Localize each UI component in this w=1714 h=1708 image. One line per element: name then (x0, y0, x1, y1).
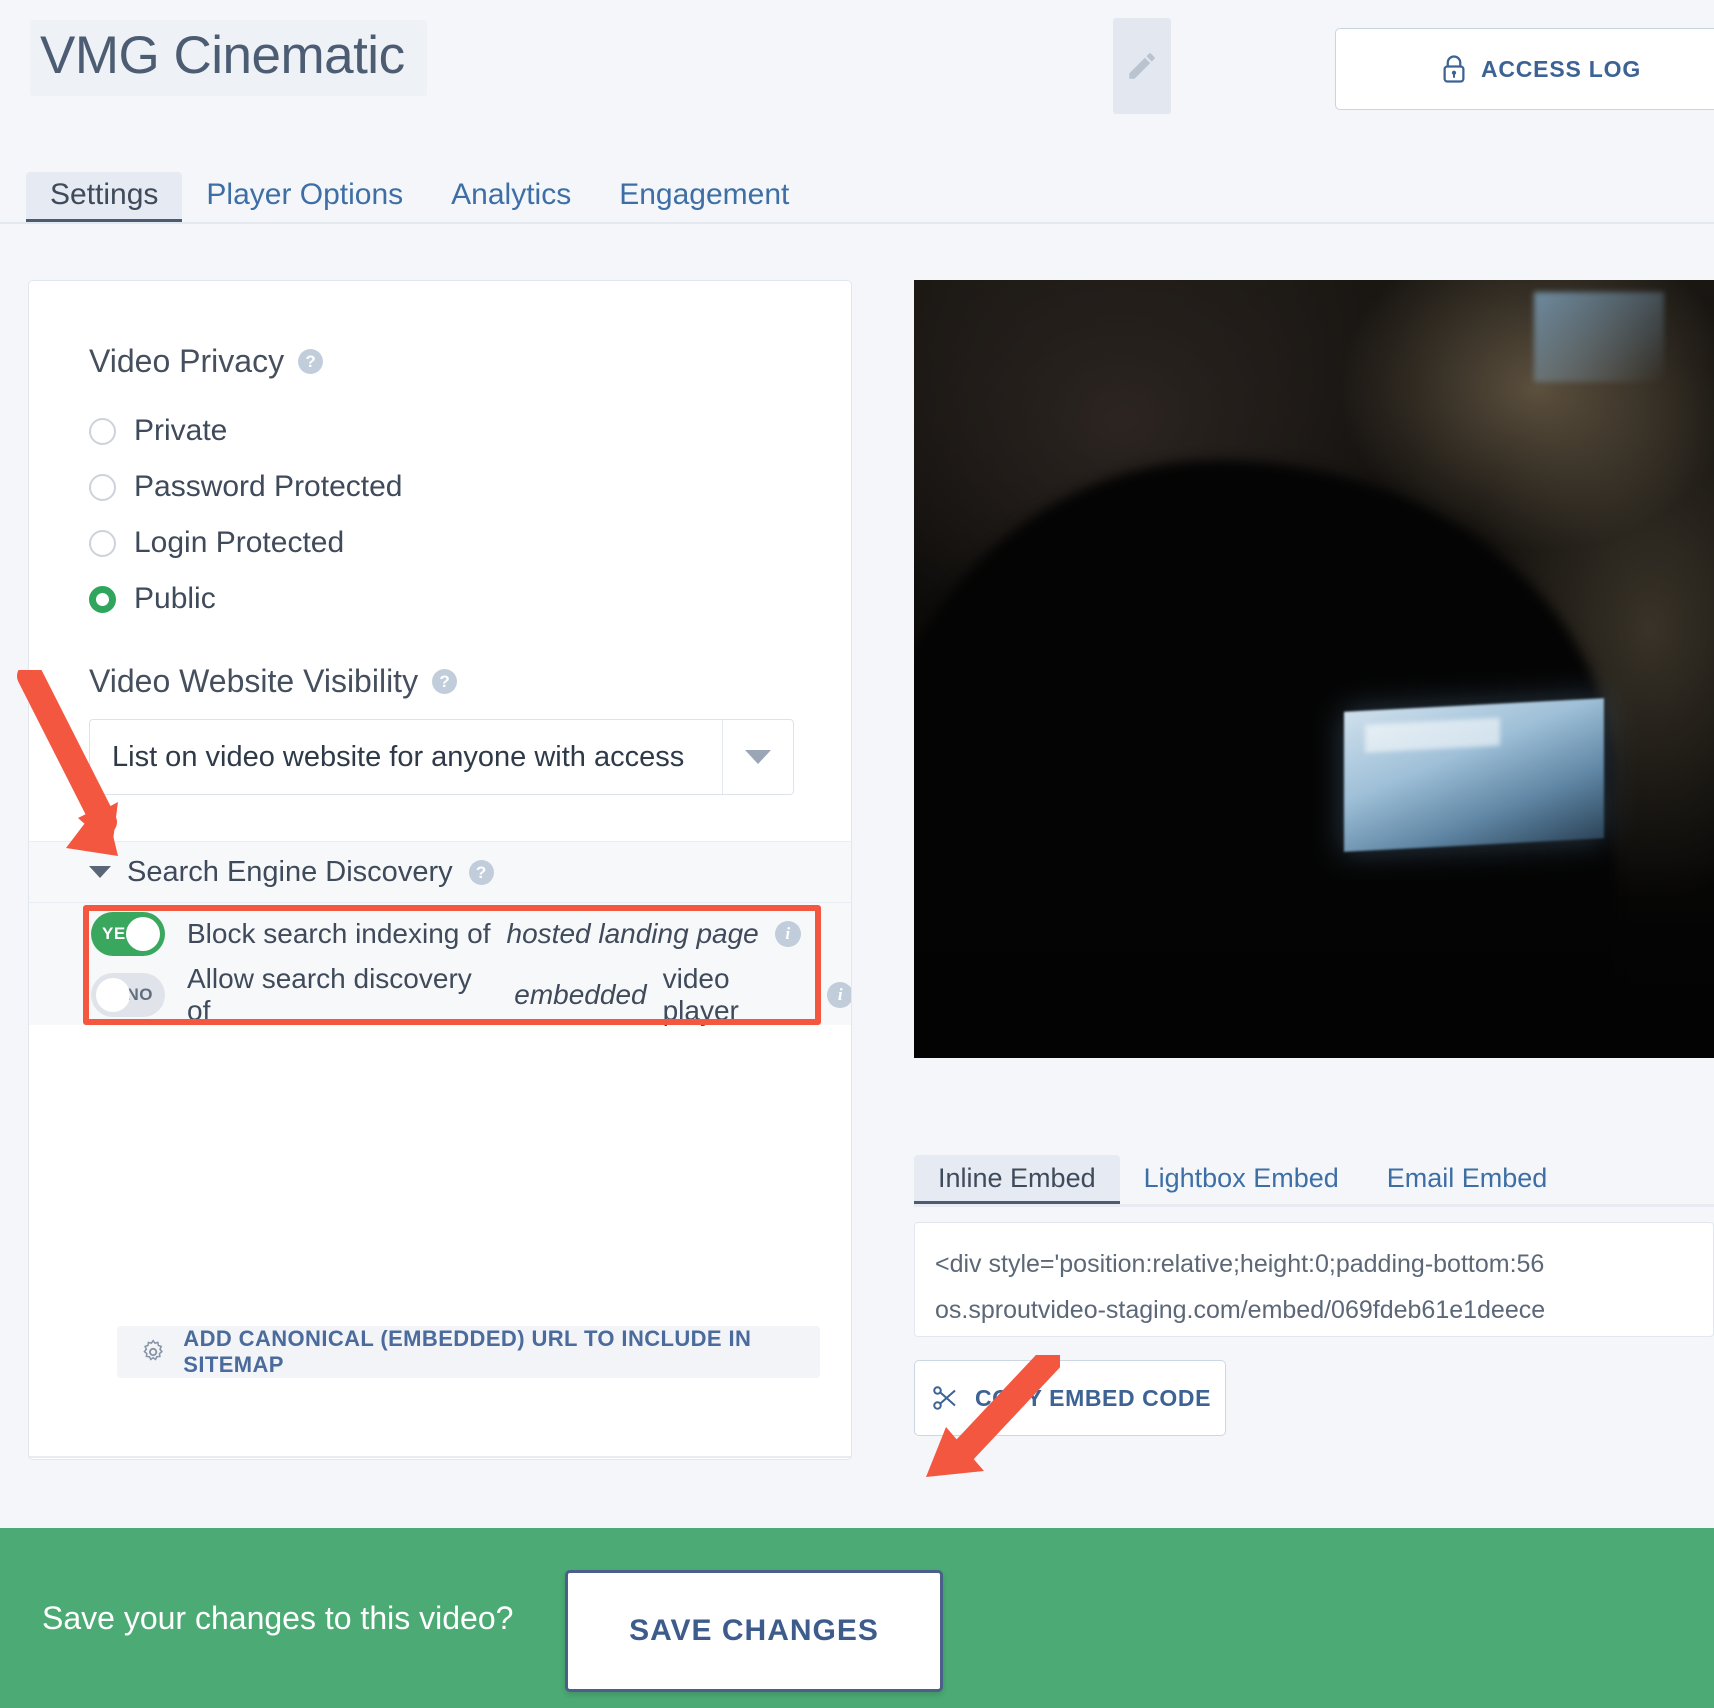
toggle-row-block-indexing[interactable]: YES Block search indexing of hosted land… (29, 903, 851, 964)
info-icon[interactable]: i (827, 981, 851, 1008)
title-box[interactable]: VMG Cinematic (30, 20, 427, 96)
toggle-label-emphasis: hosted landing page (506, 917, 759, 949)
save-changes-button[interactable]: SAVE CHANGES (565, 1570, 943, 1692)
title-wrap: VMG Cinematic (30, 20, 427, 96)
video-privacy-options: Private Password Protected Login Protect… (89, 403, 402, 627)
thumbnail-vignette (914, 858, 1714, 1058)
toggle-label-text: Block search indexing of (187, 917, 491, 949)
add-canonical-url-button[interactable]: ADD CANONICAL (EMBEDDED) URL TO INCLUDE … (117, 1326, 820, 1378)
thumbnail-monitor (1344, 698, 1604, 852)
gear-icon (143, 1339, 163, 1361)
pencil-icon (1129, 53, 1155, 79)
copy-embed-code-label: COPY EMBED CODE (974, 1384, 1212, 1411)
main-tabs: Settings Player Options Analytics Engage… (26, 160, 813, 224)
video-settings-page: VMG Cinematic ACCESS LOG Settings Player… (0, 0, 1714, 1708)
tab-email-embed[interactable]: Email Embed (1363, 1155, 1572, 1206)
video-website-visibility-heading: Video Website Visibility ? (89, 663, 458, 700)
radio-button-selected[interactable] (89, 585, 116, 613)
add-canonical-url-label: ADD CANONICAL (EMBEDDED) URL TO INCLUDE … (183, 1326, 752, 1377)
toggle-state-label: NO (126, 984, 153, 1004)
toggle-label-text: Allow search discovery of (187, 962, 472, 1026)
radio-button[interactable] (89, 529, 116, 557)
embed-tabs: Inline Embed Lightbox Embed Email Embed (914, 1148, 1571, 1206)
radio-label: Public (134, 582, 216, 615)
toggle-allow-search-discovery[interactable]: NO (91, 972, 165, 1017)
search-engine-discovery-label: Search Engine Discovery ? (127, 856, 494, 889)
radio-option-public[interactable]: Public (89, 571, 402, 627)
toggle-knob (126, 916, 160, 951)
lock-icon (1443, 55, 1465, 83)
tabs-divider (0, 222, 1714, 224)
access-log-label: ACCESS LOG (1480, 55, 1642, 82)
edit-title-button[interactable] (1113, 18, 1171, 114)
embed-tabs-divider (914, 1204, 1714, 1207)
visibility-select-value: List on video website for anyone with ac… (90, 720, 723, 794)
radio-option-private[interactable]: Private (89, 403, 402, 459)
question-icon[interactable]: ? (468, 859, 494, 885)
toggle-label-emphasis: embedded (514, 978, 647, 1010)
scissors-icon (933, 1386, 956, 1410)
save-changes-message: Save your changes to this video? (42, 1599, 514, 1636)
visibility-select[interactable]: List on video website for anyone with ac… (89, 719, 794, 795)
search-engine-discovery-header[interactable]: Search Engine Discovery ? (29, 841, 851, 903)
video-preview-thumbnail[interactable] (914, 280, 1714, 1058)
tab-engagement[interactable]: Engagement (595, 172, 813, 224)
search-engine-discovery-text: Search Engine Discovery (127, 855, 453, 888)
settings-card: Video Privacy ? Private Password Protect… (28, 280, 852, 1460)
save-changes-button-label: SAVE CHANGES (629, 1614, 879, 1647)
thumbnail-highlight (1534, 292, 1664, 382)
tab-inline-embed[interactable]: Inline Embed (914, 1155, 1120, 1206)
copy-embed-code-button[interactable]: COPY EMBED CODE (914, 1360, 1226, 1436)
card-divider (29, 1456, 851, 1458)
question-icon[interactable]: ? (298, 349, 324, 374)
page-title: VMG Cinematic (40, 26, 405, 85)
toggle-label-text-after: video player (662, 962, 739, 1026)
chevron-down-icon (745, 750, 771, 764)
search-engine-toggles: YES Block search indexing of hosted land… (29, 903, 851, 1027)
radio-label: Private (134, 414, 228, 447)
radio-button[interactable] (89, 473, 116, 501)
radio-option-login-protected[interactable]: Login Protected (89, 515, 402, 571)
video-privacy-label: Video Privacy (89, 343, 285, 379)
info-icon[interactable]: i (774, 920, 801, 947)
toggle-block-search-indexing[interactable]: YES (91, 911, 165, 956)
toggle-row-allow-discovery[interactable]: NO Allow search discovery of embedded vi… (29, 962, 851, 1027)
toggle-knob (96, 977, 130, 1012)
tab-lightbox-embed[interactable]: Lightbox Embed (1120, 1155, 1363, 1206)
question-icon[interactable]: ? (432, 669, 458, 694)
radio-button[interactable] (89, 417, 116, 445)
radio-label: Password Protected (134, 470, 403, 503)
toggle-label-block-indexing: Block search indexing of hosted landing … (187, 918, 801, 950)
video-privacy-heading: Video Privacy ? (89, 343, 324, 380)
tab-settings[interactable]: Settings (26, 172, 183, 224)
access-log-button[interactable]: ACCESS LOG (1335, 28, 1714, 110)
embed-code-textarea[interactable]: <div style='position:relative;height:0;p… (914, 1222, 1714, 1337)
chevron-down-icon (89, 866, 111, 878)
radio-option-password-protected[interactable]: Password Protected (89, 459, 402, 515)
toggle-label-allow-discovery: Allow search discovery of embedded video… (187, 962, 851, 1027)
tab-player-options[interactable]: Player Options (182, 172, 427, 224)
embed-code-line-1: <div style='position:relative;height:0;p… (935, 1250, 1545, 1278)
embed-code-line-2: os.sproutvideo-staging.com/embed/069fdeb… (935, 1296, 1546, 1325)
visibility-select-arrow[interactable] (723, 720, 793, 794)
radio-label: Login Protected (134, 526, 345, 559)
tab-analytics[interactable]: Analytics (427, 172, 595, 224)
video-website-visibility-label: Video Website Visibility (89, 663, 419, 699)
page-header: VMG Cinematic ACCESS LOG (0, 0, 1714, 148)
